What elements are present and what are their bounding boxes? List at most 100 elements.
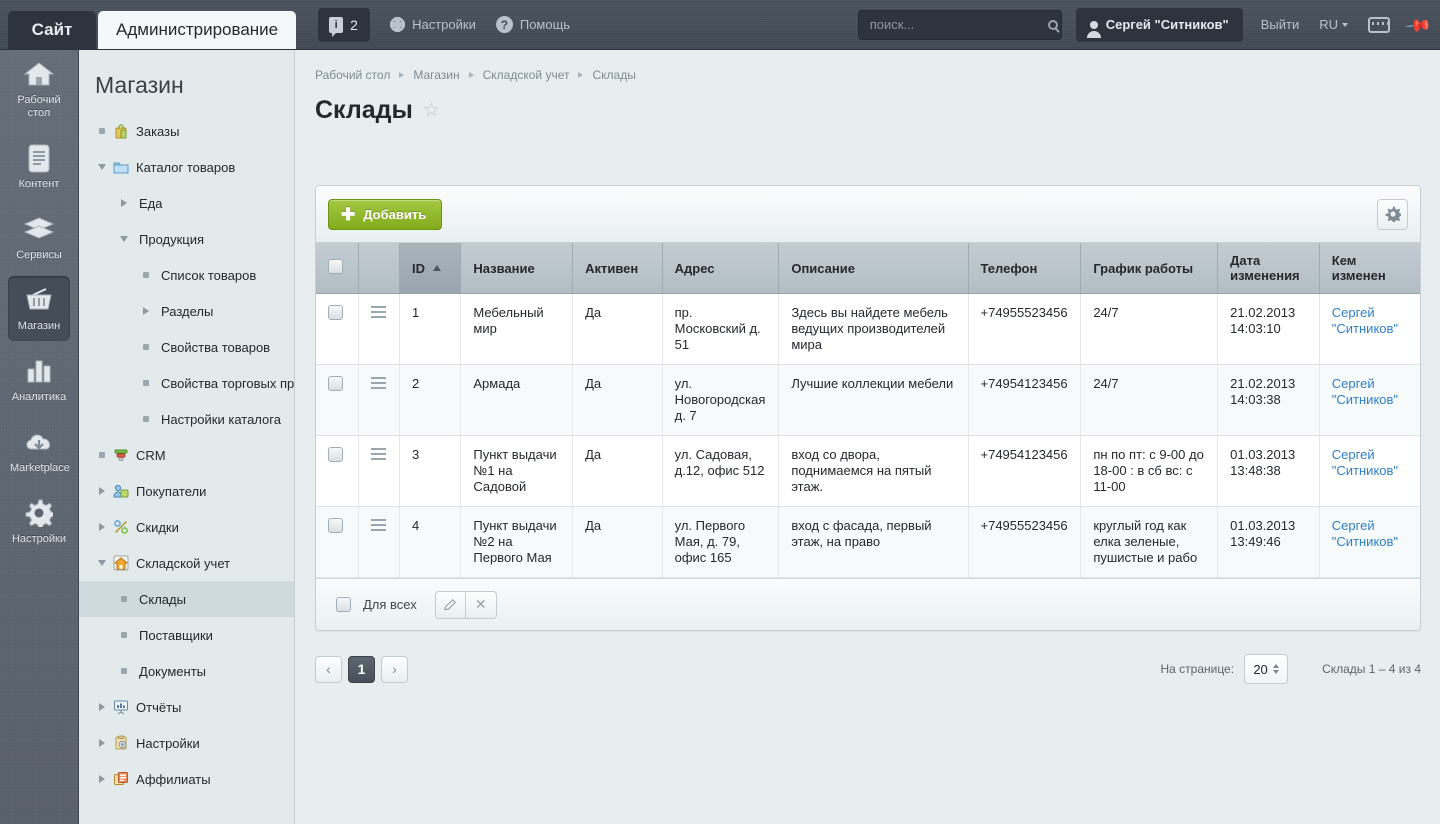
breadcrumb-item[interactable]: Склады <box>592 68 635 82</box>
menu-item[interactable]: Еда <box>79 185 294 221</box>
table-row[interactable]: 2 Армада Да ул. Новогородская д. 7 Лучшие ко… <box>316 364 1420 436</box>
tab-administration[interactable]: Администрирование <box>98 11 297 49</box>
page-1-button[interactable]: 1 <box>348 655 375 683</box>
row-menu-icon[interactable] <box>370 377 386 389</box>
column-address[interactable]: Адрес <box>662 243 780 294</box>
row-actions-cell[interactable] <box>358 364 401 436</box>
row-select-cell[interactable] <box>316 435 359 507</box>
menu-item[interactable]: Настройки каталога <box>79 401 294 437</box>
row-select-cell[interactable] <box>316 506 359 578</box>
menu-item[interactable]: Свойства товаров <box>79 329 294 365</box>
menu-item[interactable]: Аффилиаты <box>79 761 294 797</box>
select-all-footer-checkbox[interactable] <box>336 597 351 612</box>
bulk-delete-button[interactable]: ✕ <box>465 590 497 619</box>
modified-by-link[interactable]: Сергей "Ситников" <box>1332 447 1398 478</box>
select-all-checkbox[interactable] <box>328 259 343 274</box>
modified-by-link[interactable]: Сергей "Ситников" <box>1332 518 1398 549</box>
row-checkbox[interactable] <box>328 518 343 533</box>
column-schedule[interactable]: График работы <box>1080 243 1219 294</box>
breadcrumb-item[interactable]: Складской учет <box>483 68 570 82</box>
table-row[interactable]: 3 Пункт выдачи №1 на Садовой Да ул. Садовая… <box>316 435 1420 507</box>
column-modified-by[interactable]: Кем изменен <box>1319 243 1420 294</box>
next-page-button[interactable]: › <box>381 655 408 683</box>
chevron-down-icon[interactable] <box>95 164 109 170</box>
menu-item[interactable]: Склады <box>79 581 294 617</box>
column-active[interactable]: Активен <box>572 243 663 294</box>
chevron-down-icon[interactable] <box>117 236 131 242</box>
search-box[interactable] <box>857 9 1062 40</box>
row-checkbox[interactable] <box>328 305 343 320</box>
sidebar-item-shop[interactable]: Магазин <box>8 276 70 341</box>
column-description[interactable]: Описание <box>778 243 969 294</box>
row-checkbox[interactable] <box>328 447 343 462</box>
menu-item[interactable]: Каталог товаров <box>79 149 294 185</box>
table-row[interactable]: 4 Пункт выдачи №2 на Первого Мая Да ул. Пер… <box>316 506 1420 578</box>
menu-item[interactable]: Настройки <box>79 725 294 761</box>
row-menu-icon[interactable] <box>370 306 386 318</box>
column-name[interactable]: Название <box>460 243 574 294</box>
pin-icon[interactable]: 📌 <box>1404 11 1432 39</box>
user-menu-button[interactable]: Сергей "Ситников" <box>1075 7 1243 42</box>
menu-item[interactable]: CRM <box>79 437 294 473</box>
row-menu-icon[interactable] <box>370 448 386 460</box>
row-checkbox[interactable] <box>328 376 343 391</box>
menu-item[interactable]: Заказы <box>79 113 294 149</box>
chevron-right-icon[interactable] <box>95 739 109 747</box>
modified-by-link[interactable]: Сергей "Ситников" <box>1332 376 1398 407</box>
keyboard-icon[interactable] <box>1368 16 1390 33</box>
sidebar-item-analytics[interactable]: Аналитика <box>8 347 70 412</box>
row-select-cell[interactable] <box>316 364 359 436</box>
sidebar-item-marketplace[interactable]: Marketplace <box>8 418 70 483</box>
tab-site[interactable]: Сайт <box>8 11 96 49</box>
breadcrumb-item[interactable]: Рабочий стол <box>315 68 390 82</box>
menu-item[interactable]: Отчёты <box>79 689 294 725</box>
settings-link[interactable]: Настройки <box>390 17 476 32</box>
table-row[interactable]: 1 Мебельный мир Да пр. Московский д. 51 Здес… <box>316 293 1420 365</box>
menu-item-label: Настройки <box>136 735 200 751</box>
logout-link[interactable]: Выйти <box>1261 17 1300 32</box>
notifications-button[interactable]: i 2 <box>318 7 371 42</box>
column-phone[interactable]: Телефон <box>968 243 1082 294</box>
sidebar-item-settings[interactable]: Настройки <box>8 489 70 554</box>
column-id[interactable]: ID <box>399 243 462 294</box>
chevron-right-icon[interactable] <box>95 775 109 783</box>
chevron-right-icon[interactable] <box>95 523 109 531</box>
language-selector[interactable]: RU <box>1319 17 1348 32</box>
row-actions-cell[interactable] <box>358 506 401 578</box>
prev-page-button[interactable]: ‹ <box>315 655 342 683</box>
sidebar-item-desktop[interactable]: Рабочий стол <box>8 50 70 128</box>
per-page-select[interactable]: 20 <box>1244 654 1289 684</box>
chevron-right-icon[interactable] <box>139 307 153 315</box>
bulk-edit-button[interactable] <box>434 590 466 619</box>
menu-item[interactable]: Складской учет <box>79 545 294 581</box>
spinner-icon[interactable] <box>1272 664 1279 674</box>
menu-item[interactable]: Список товаров <box>79 257 294 293</box>
menu-item[interactable]: Документы <box>79 653 294 689</box>
add-button[interactable]: ✚ Добавить <box>328 198 443 230</box>
column-modified-date[interactable]: Дата изменения <box>1217 243 1320 294</box>
breadcrumb-item[interactable]: Магазин <box>413 68 459 82</box>
row-actions-cell[interactable] <box>358 435 401 507</box>
chevron-right-icon[interactable] <box>95 487 109 495</box>
menu-item[interactable]: Разделы <box>79 293 294 329</box>
column-select-all[interactable] <box>316 243 359 294</box>
sidebar-item-content[interactable]: Контент <box>8 134 70 199</box>
search-input[interactable] <box>867 16 1048 33</box>
grid-settings-button[interactable] <box>1377 198 1408 230</box>
menu-item[interactable]: Продукция <box>79 221 294 257</box>
row-select-cell[interactable] <box>316 293 359 365</box>
row-actions-cell[interactable] <box>358 293 401 365</box>
search-icon[interactable] <box>1047 19 1058 30</box>
modified-by-link[interactable]: Сергей "Ситников" <box>1332 305 1398 336</box>
menu-item[interactable]: Покупатели <box>79 473 294 509</box>
chevron-right-icon[interactable] <box>95 703 109 711</box>
favorite-star-icon[interactable]: ☆ <box>423 99 440 122</box>
row-menu-icon[interactable] <box>370 519 386 531</box>
menu-item[interactable]: Поставщики <box>79 617 294 653</box>
chevron-right-icon[interactable] <box>117 199 131 207</box>
menu-item[interactable]: Скидки <box>79 509 294 545</box>
menu-item[interactable]: Свойства торговых пр <box>79 365 294 401</box>
sidebar-item-services[interactable]: Сервисы <box>8 205 70 270</box>
chevron-down-icon[interactable] <box>95 560 109 566</box>
help-link[interactable]: ? Помощь <box>495 16 570 33</box>
